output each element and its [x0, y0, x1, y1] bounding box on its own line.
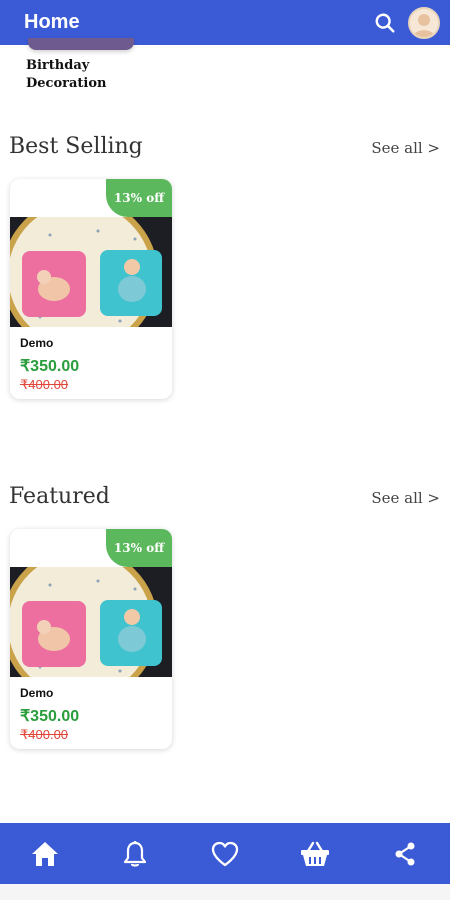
page-title: Home	[24, 11, 80, 33]
category-image[interactable]	[28, 38, 134, 50]
home-icon[interactable]	[20, 829, 70, 879]
system-bar	[0, 884, 450, 900]
product-name: Demo	[20, 336, 54, 350]
product-price: ₹350.00	[20, 708, 80, 725]
search-icon[interactable]	[370, 8, 400, 38]
see-all-featured-link[interactable]: See all >	[371, 489, 440, 507]
product-card[interactable]: 13% off Demo ₹350.00 ₹400.00	[10, 529, 172, 749]
product-image	[10, 217, 172, 327]
share-icon[interactable]	[380, 829, 430, 879]
section-title-featured: Featured	[9, 484, 110, 509]
discount-badge: 13% off	[106, 529, 172, 567]
avatar[interactable]	[408, 6, 440, 39]
discount-badge: 13% off	[106, 179, 172, 217]
bell-icon[interactable]	[110, 829, 160, 879]
product-old-price: ₹400.00	[20, 377, 69, 392]
home-screen: Home Birthday Decoration Best Selling Se…	[0, 0, 450, 900]
category-label[interactable]: Birthday Decoration	[26, 57, 146, 93]
bottom-nav	[0, 823, 450, 884]
see-all-best-selling-link[interactable]: See all >	[371, 139, 440, 157]
product-name: Demo	[20, 686, 54, 700]
heart-icon[interactable]	[200, 829, 250, 879]
product-old-price: ₹400.00	[20, 727, 69, 742]
section-title-best-selling: Best Selling	[9, 134, 143, 159]
basket-icon[interactable]	[290, 829, 340, 879]
product-card[interactable]: 13% off Demo ₹350.00 ₹400.00	[10, 179, 172, 399]
product-price: ₹350.00	[20, 358, 80, 375]
product-image	[10, 567, 172, 677]
